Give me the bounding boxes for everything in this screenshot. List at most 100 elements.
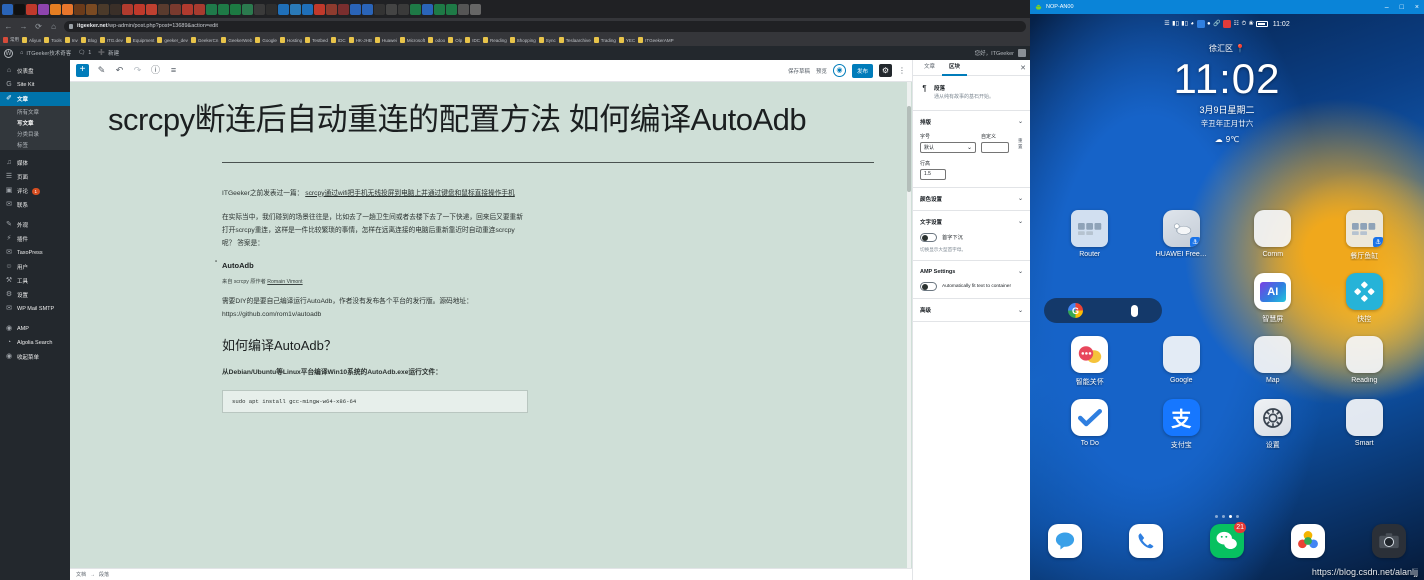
app-tile[interactable]: Router — [1059, 210, 1121, 261]
info-icon[interactable]: ⓘ — [150, 65, 161, 76]
browser-tab[interactable] — [410, 3, 421, 15]
reset-button[interactable]: 重置 — [1014, 135, 1027, 153]
url-bar[interactable]: itgeeker.net/wp-admin/post.php?post=1368… — [64, 20, 1026, 32]
save-draft-button[interactable]: 保存草稿 — [788, 67, 810, 75]
custom-size-input[interactable] — [981, 141, 1009, 153]
bookmark-item[interactable]: geeker_dev — [157, 37, 188, 43]
browser-tab[interactable] — [194, 3, 205, 15]
bookmark-item[interactable]: IDC — [465, 37, 480, 43]
preview-button[interactable]: 预览 — [816, 67, 827, 75]
app-icon-餐厅鱼缸[interactable]: ⚓ — [1345, 210, 1383, 247]
bookmark-item[interactable]: Hosting — [279, 37, 302, 43]
sidebar-subitem[interactable]: 分类目录 — [0, 128, 70, 139]
breadcrumb-document[interactable]: 文档 — [76, 571, 86, 578]
browser-tab[interactable] — [278, 3, 289, 15]
text-settings-header[interactable]: 文字设置 ⌄ — [920, 218, 1023, 226]
browser-tab[interactable] — [266, 3, 277, 15]
camera-icon[interactable] — [1372, 524, 1406, 558]
bookmark-item[interactable]: GeekerCn — [190, 37, 218, 43]
sidebar-item-amp[interactable]: ◉ AMP — [0, 322, 70, 336]
bookmark-item[interactable]: Shopping — [509, 37, 536, 43]
clock-weather-widget[interactable]: 徐汇区 📍 11:02 3月9日星期二 辛丑年正月廿六 ☁ 9℃ — [1030, 38, 1424, 147]
paragraph-diy[interactable]: 需要DIY的是要自己编译运行AutoAdb，作者没有发布各个平台的发行版。源码地… — [222, 295, 528, 321]
bookmark-item[interactable]: YEC — [618, 37, 635, 43]
app-icon-智慧屏[interactable]: AI — [1254, 273, 1292, 310]
page-dot[interactable] — [1236, 515, 1239, 518]
bookmark-item[interactable]: Olp — [448, 37, 462, 43]
sidebar-subitem[interactable]: 写文章 — [0, 117, 70, 128]
bookmark-item[interactable]: Testbed — [305, 37, 328, 43]
undo-icon[interactable]: ↶ — [114, 65, 125, 76]
app-icon-Comm[interactable] — [1254, 210, 1292, 247]
browser-tab[interactable] — [62, 3, 73, 15]
browser-tab[interactable] — [230, 3, 241, 15]
sidebar-item-文章[interactable]: ✐ 文章 — [0, 92, 70, 106]
app-tile[interactable]: 设置 — [1242, 399, 1304, 450]
editor-canvas[interactable]: scrcpy断连后自动重连的配置方法 如何编译AutoAdb ITGeeker之… — [70, 82, 912, 568]
browser-tab[interactable] — [302, 3, 313, 15]
browser-tab[interactable] — [434, 3, 445, 15]
sidebar-item-收起菜单[interactable]: ◉ 收起菜单 — [0, 350, 70, 364]
bookmark-item[interactable]: Equipment — [125, 37, 154, 43]
app-icon-Google[interactable] — [1162, 336, 1200, 373]
list-view-icon[interactable]: ≡ — [168, 65, 179, 76]
admin-bar-site[interactable]: ⌂ ITGeeker技术奇客 — [20, 49, 71, 57]
browser-tab[interactable] — [170, 3, 181, 15]
app-tile[interactable]: Comm — [1242, 210, 1304, 261]
bookmark-item[interactable]: Trading — [593, 37, 616, 43]
bookmark-item[interactable]: GeekerWeb — [221, 37, 252, 43]
sidebar-item-页面[interactable]: ☰ 页面 — [0, 170, 70, 184]
browser-tab[interactable] — [38, 3, 49, 15]
browser-tab[interactable] — [338, 3, 349, 15]
app-tile[interactable]: Smart — [1333, 399, 1395, 450]
admin-bar-new[interactable]: ➕ 新建 — [98, 49, 119, 57]
color-header[interactable]: 颜色设置 ⌄ — [920, 195, 1023, 203]
sidebar-item-外观[interactable]: ✎ 外观 — [0, 218, 70, 232]
browser-tab[interactable] — [74, 3, 85, 15]
line-height-input[interactable]: 1.5 — [920, 168, 946, 180]
back-icon[interactable]: ← — [4, 22, 13, 31]
pencil-icon[interactable]: ✎ — [96, 65, 107, 76]
browser-tab[interactable] — [218, 3, 229, 15]
chevron-down-icon[interactable]: ⌄ — [1018, 307, 1023, 314]
bookmark-item[interactable]: Inv — [64, 37, 78, 43]
google-g-icon[interactable] — [1068, 303, 1083, 318]
bookmark-item[interactable]: Microsoft — [399, 37, 425, 43]
app-icon-快控[interactable] — [1345, 273, 1383, 310]
sidebar-item-联系[interactable]: ✉ 联系 — [0, 198, 70, 212]
browser-tab[interactable] — [146, 3, 157, 15]
tab-block[interactable]: 区块 — [942, 60, 967, 76]
app-icon-支付宝[interactable]: 支 — [1162, 399, 1200, 436]
bookmark-item[interactable]: Google — [255, 37, 277, 43]
paragraph-cross-compile[interactable]: 从Debian/Ubuntu等Linux平台编译Win10系统的AutoAdb.… — [222, 366, 528, 379]
sidebar-subitem[interactable]: 标签 — [0, 139, 70, 150]
kebab-menu-icon[interactable]: ⋮ — [898, 66, 906, 75]
chevron-down-icon[interactable]: ⌄ — [1018, 195, 1023, 202]
post-title[interactable]: scrcpy断连后自动重连的配置方法 如何编译AutoAdb — [98, 100, 884, 140]
chevron-up-icon[interactable]: ⌄ — [1018, 268, 1023, 275]
app-icon-Smart[interactable] — [1345, 399, 1383, 436]
browser-tab[interactable] — [446, 3, 457, 15]
canvas-scrollbar-thumb[interactable] — [907, 106, 911, 192]
browser-tab[interactable] — [134, 3, 145, 15]
messages-icon[interactable] — [1048, 524, 1082, 558]
browser-tab[interactable] — [326, 3, 337, 15]
page-dot[interactable] — [1215, 515, 1218, 518]
scrcpy-title-bar[interactable]: NOP-AN00 – □ × — [1030, 0, 1424, 14]
browser-tab[interactable] — [470, 3, 481, 15]
widget-weather[interactable]: ☁ 9℃ — [1215, 135, 1239, 144]
typography-header[interactable]: 排版 ⌄ — [920, 118, 1023, 126]
sidebar-item-工具[interactable]: ⚒ 工具 — [0, 274, 70, 288]
app-icon-HUAWEI Free…[interactable]: ⚓ — [1162, 210, 1200, 247]
browser-tab[interactable] — [386, 3, 397, 15]
browser-tab[interactable] — [314, 3, 325, 15]
app-tile[interactable]: ⚓ 餐厅鱼缸 — [1333, 210, 1395, 261]
sidebar-item-用户[interactable]: ☺ 用户 — [0, 260, 70, 274]
page-dot[interactable] — [1222, 515, 1225, 518]
browser-tab[interactable] — [206, 3, 217, 15]
paragraph-intro[interactable]: ITGeeker之前发表过一篇： scrcpy通过wifi把手机无线投屏到电脑上… — [222, 187, 528, 200]
app-tile[interactable]: 智能关怀 — [1059, 336, 1121, 387]
advanced-header[interactable]: 高级 ⌄ — [920, 306, 1023, 315]
font-size-select[interactable]: 默认 ⌄ — [920, 141, 976, 153]
minimize-button[interactable]: – — [1385, 4, 1389, 11]
